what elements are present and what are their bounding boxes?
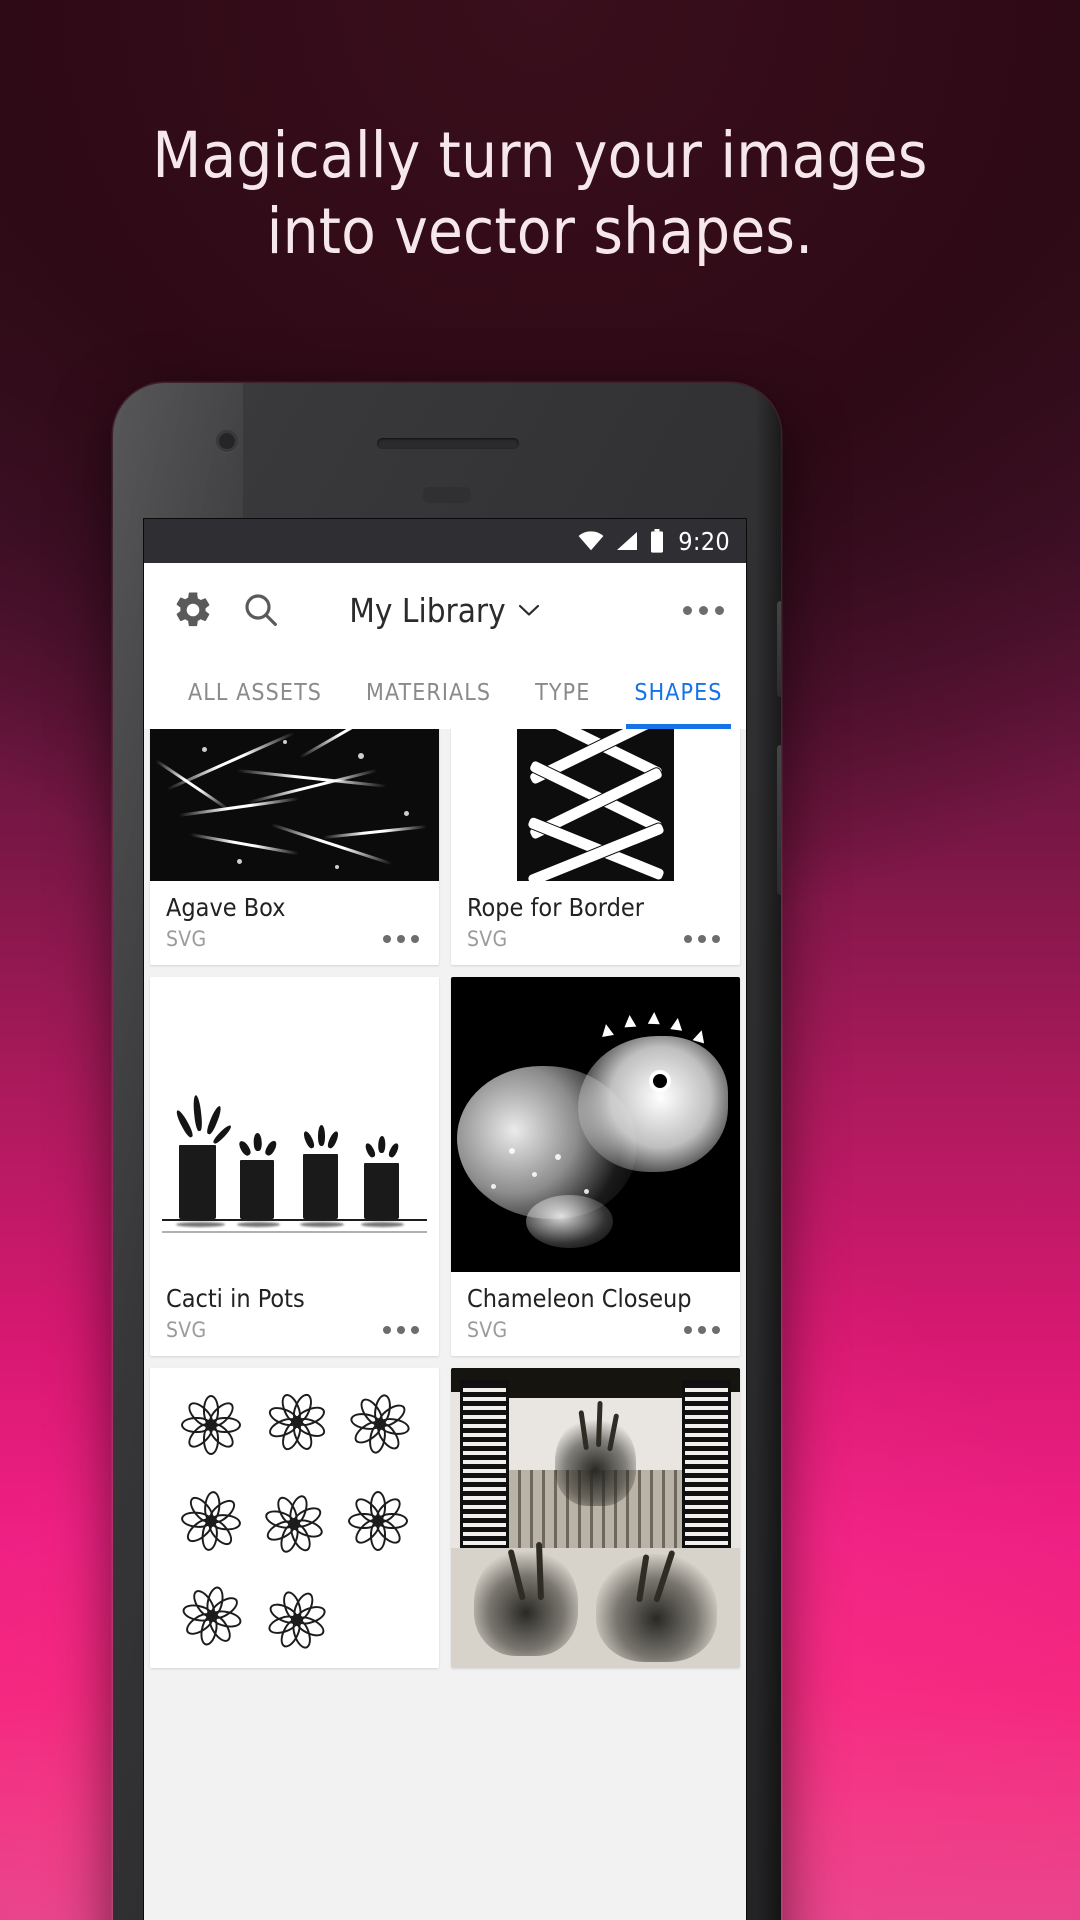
tab-materials[interactable]: MATERIALS	[344, 657, 513, 729]
volume-button[interactable]	[777, 745, 781, 895]
chevron-down-icon	[518, 604, 539, 616]
asset-card-rope-for-border[interactable]: Rope for Border SVG	[451, 729, 740, 965]
overflow-dot	[699, 605, 708, 615]
overflow-dot	[683, 605, 692, 615]
asset-thumbnail	[150, 977, 439, 1272]
overflow-dot	[383, 1326, 391, 1334]
overflow-dot	[684, 1326, 692, 1334]
library-title-group[interactable]: My Library	[144, 591, 746, 630]
overflow-dot	[383, 935, 391, 943]
asset-more-button[interactable]	[680, 931, 724, 947]
asset-more-button[interactable]	[379, 931, 423, 947]
grid-row: Cacti in Pots SVG Chameleon Closeup SVG	[144, 977, 746, 1356]
asset-thumbnail	[150, 1368, 439, 1668]
tab-all-assets[interactable]: ALL ASSETS	[166, 657, 344, 729]
status-bar-clock: 9:20	[678, 526, 730, 556]
status-bar: 9:20	[144, 519, 746, 563]
asset-more-button[interactable]	[379, 1322, 423, 1338]
search-icon	[245, 594, 277, 626]
overflow-dot	[712, 1326, 720, 1334]
asset-grid[interactable]: Agave Box SVG Rope for Border SVG Cacti …	[144, 729, 746, 1920]
cell-signal-icon	[617, 532, 638, 550]
cacti-artwork	[150, 977, 439, 1272]
settings-button[interactable]	[170, 587, 216, 633]
asset-title: Cacti in Pots	[166, 1284, 305, 1313]
proximity-sensor	[423, 487, 471, 503]
asset-subtitle-row: SVG	[467, 1318, 724, 1342]
asset-card-cacti-in-pots[interactable]: Cacti in Pots SVG	[150, 977, 439, 1356]
asset-subtitle-row: SVG	[166, 1318, 423, 1342]
wifi-icon	[578, 531, 604, 551]
asset-title: Agave Box	[166, 893, 286, 922]
asset-card-agave-box[interactable]: Agave Box SVG	[150, 729, 439, 965]
overflow-dot	[397, 1326, 405, 1334]
asset-format: SVG	[467, 1318, 508, 1342]
battery-icon	[651, 529, 664, 553]
grid-row	[144, 1368, 746, 1668]
headline-line-1: Magically turn your images	[152, 119, 928, 192]
asset-meta: Chameleon Closeup SVG	[451, 1272, 740, 1356]
tab-colors[interactable]: COLORS	[745, 657, 746, 729]
earpiece-speaker	[377, 438, 519, 449]
overflow-dot	[698, 1326, 706, 1334]
power-button[interactable]	[777, 601, 781, 697]
asset-card-chameleon-closeup[interactable]: Chameleon Closeup SVG	[451, 977, 740, 1356]
succulent-line-art	[150, 1368, 439, 1668]
asset-title: Chameleon Closeup	[467, 1284, 692, 1313]
asset-meta: Cacti in Pots SVG	[150, 1272, 439, 1356]
overflow-dot	[712, 935, 720, 943]
tab-bar[interactable]: ALL ASSETS MATERIALS TYPE SHAPES COLORS …	[144, 657, 746, 729]
front-camera-icon	[216, 430, 238, 452]
asset-card-window-cactus[interactable]	[451, 1368, 740, 1668]
asset-meta: Rope for Border SVG	[451, 881, 740, 965]
gear-icon	[176, 592, 210, 627]
window-cactus-artwork	[451, 1368, 740, 1668]
tab-shapes[interactable]: SHAPES	[612, 657, 744, 729]
asset-meta: Agave Box SVG	[150, 881, 439, 965]
asset-thumbnail	[451, 977, 740, 1272]
asset-format: SVG	[467, 927, 508, 951]
agave-artwork	[150, 729, 439, 881]
overflow-dot	[698, 935, 706, 943]
asset-more-button[interactable]	[680, 1322, 724, 1338]
asset-format: SVG	[166, 927, 207, 951]
phone-screen: 9:20 My Library ALL ASSETS MATERIALS TYP…	[144, 519, 746, 1920]
rope-artwork-frame	[451, 729, 740, 881]
headline-line-2: into vector shapes.	[266, 195, 814, 268]
app-bar: My Library	[144, 563, 746, 657]
overflow-dot	[411, 935, 419, 943]
overflow-dot	[397, 935, 405, 943]
page-title: My Library	[349, 590, 506, 630]
asset-title: Rope for Border	[467, 893, 644, 922]
chameleon-artwork	[451, 977, 740, 1272]
search-button[interactable]	[238, 587, 284, 633]
asset-format: SVG	[166, 1318, 207, 1342]
asset-thumbnail	[150, 729, 439, 881]
overflow-dot	[411, 1326, 419, 1334]
phone-mockup: 9:20 My Library ALL ASSETS MATERIALS TYP…	[113, 383, 781, 1920]
asset-card-succulents[interactable]	[150, 1368, 439, 1668]
overflow-dot	[684, 935, 692, 943]
grid-row: Agave Box SVG Rope for Border SVG	[144, 729, 746, 965]
asset-subtitle-row: SVG	[467, 927, 724, 951]
tab-type[interactable]: TYPE	[513, 657, 612, 729]
asset-thumbnail	[451, 1368, 740, 1668]
promo-headline: Magically turn your images into vector s…	[0, 118, 1080, 270]
asset-subtitle-row: SVG	[166, 927, 423, 951]
overflow-menu-button[interactable]	[683, 605, 724, 615]
asset-thumbnail	[451, 729, 740, 881]
overflow-dot	[715, 605, 724, 615]
